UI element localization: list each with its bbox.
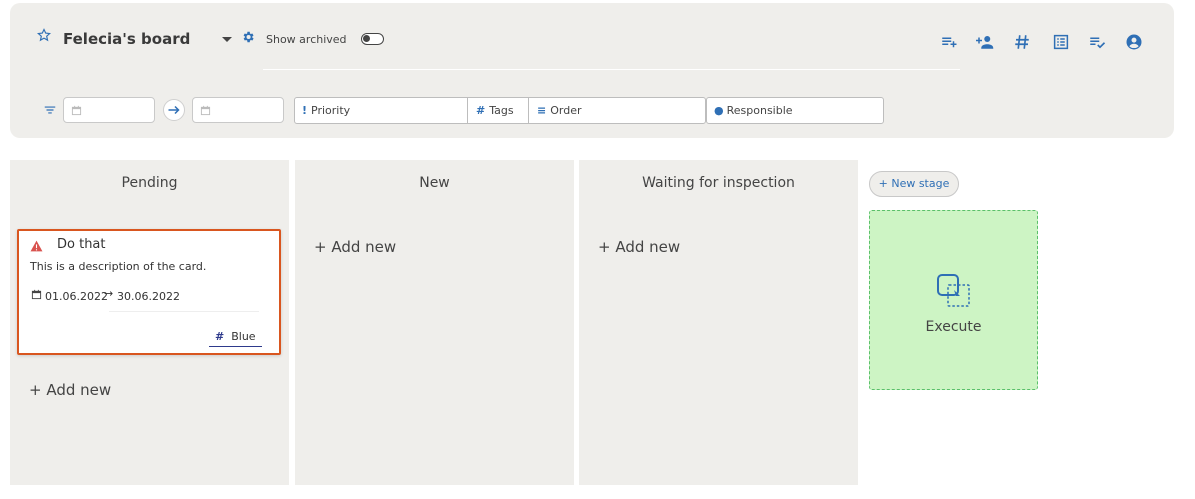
gear-icon[interactable]	[241, 30, 255, 44]
chevron-down-icon[interactable]	[222, 37, 232, 42]
hashtag-icon[interactable]	[1013, 33, 1031, 51]
card-date-arrow: →	[104, 287, 114, 300]
card-tag-label: Blue	[231, 330, 256, 343]
column-waiting-for-inspection: Waiting for inspection + Add new	[579, 160, 858, 485]
arrow-right-icon	[168, 105, 180, 115]
card[interactable]: Do that This is a description of the car…	[17, 229, 281, 355]
responsible-filter[interactable]: ● Responsible	[706, 97, 884, 124]
calendar-icon	[71, 105, 82, 116]
date-to-input[interactable]	[215, 101, 279, 119]
show-archived-label: Show archived	[266, 33, 347, 46]
hashtag-icon: #	[215, 330, 225, 343]
execute-drop-zone[interactable]: Execute	[869, 210, 1038, 390]
card-date-end: 30.06.2022	[117, 290, 180, 303]
hashtag-icon: #	[476, 104, 486, 117]
exclamation-icon: !	[302, 104, 308, 117]
order-filter-label: Order	[550, 104, 582, 117]
card-title: Do that	[57, 237, 106, 252]
new-stage-button[interactable]: + New stage	[869, 171, 959, 197]
tags-filter-label: Tags	[489, 104, 514, 117]
date-to-field[interactable]	[192, 97, 284, 123]
column-title: Pending	[121, 175, 178, 191]
board-header: Felecia's board Show archived ! Priority…	[10, 3, 1174, 138]
calendar-icon	[200, 105, 211, 116]
account-circle-icon[interactable]	[1125, 33, 1143, 51]
card-description: This is a description of the card.	[30, 260, 207, 273]
drag-drop-icon	[937, 274, 970, 307]
add-new-card-button[interactable]: + Add new	[29, 381, 111, 399]
card-tag[interactable]: # Blue	[209, 327, 262, 347]
column-title: Waiting for inspection	[642, 175, 795, 191]
execute-label: Execute	[925, 319, 982, 335]
priority-filter-label: Priority	[311, 104, 351, 117]
board-title-row: Felecia's board Show archived	[10, 3, 1174, 73]
add-user-icon[interactable]	[976, 33, 994, 51]
header-divider	[263, 69, 960, 70]
column-pending: Pending Do that This is a description of…	[10, 160, 289, 485]
column-title: New	[419, 175, 450, 191]
checklist-icon[interactable]	[1088, 33, 1106, 51]
show-archived-toggle[interactable]	[361, 33, 384, 45]
star-icon[interactable]	[37, 28, 51, 42]
person-icon: ●	[714, 104, 724, 117]
add-new-card-button[interactable]: + Add new	[598, 238, 680, 256]
calendar-icon	[31, 289, 42, 300]
date-from-field[interactable]	[63, 97, 155, 123]
board-title: Felecia's board	[63, 30, 191, 48]
date-range-arrow-button[interactable]	[163, 99, 185, 121]
responsible-filter-label: Responsible	[726, 104, 793, 117]
column-new: New + Add new	[295, 160, 574, 485]
sort-icon: ≡	[537, 104, 547, 117]
tags-filter[interactable]: # Tags	[468, 97, 528, 124]
order-filter[interactable]: ≡ Order	[529, 97, 705, 124]
card-date-start: 01.06.2022	[45, 290, 108, 303]
add-list-icon[interactable]	[940, 33, 958, 51]
add-new-card-button[interactable]: + Add new	[314, 238, 396, 256]
warning-icon	[30, 240, 43, 252]
table-view-icon[interactable]	[1052, 33, 1070, 51]
card-divider	[109, 311, 259, 312]
priority-filter[interactable]: ! Priority	[294, 97, 467, 124]
filter-icon[interactable]	[43, 103, 57, 117]
date-from-input[interactable]	[86, 101, 150, 119]
